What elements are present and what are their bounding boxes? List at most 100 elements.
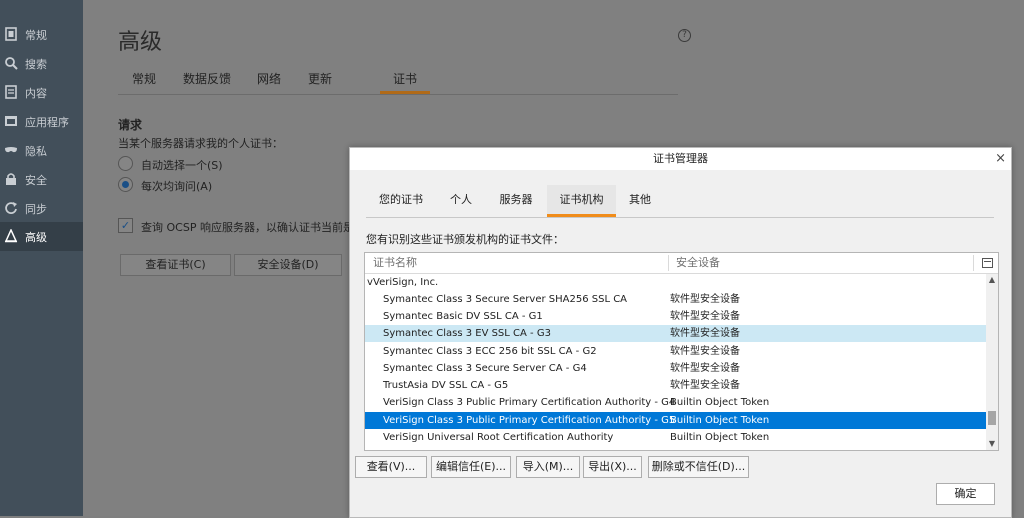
tree-header: 证书名称 安全设备 — [365, 253, 998, 274]
cert-device: 软件型安全设备 — [670, 363, 740, 374]
dialog-title: 证书管理器 × — [350, 148, 1011, 170]
general-icon — [5, 27, 17, 41]
table-row[interactable]: VeriSign Class 3 Public Primary Certific… — [365, 394, 986, 411]
cert-name: Symantec Basic DV SSL CA - G1 — [383, 311, 543, 322]
column-separator[interactable] — [973, 255, 974, 271]
view-button[interactable]: 查看(V)... — [355, 456, 427, 478]
sidebar-item-sync[interactable]: 同步 — [0, 194, 83, 223]
cert-device: 软件型安全设备 — [670, 346, 740, 357]
scrollbar-thumb[interactable] — [988, 411, 996, 425]
radio-ask-every-time[interactable] — [118, 177, 133, 192]
cert-device: Builtin Object Token — [670, 415, 770, 426]
import-button[interactable]: 导入(M)... — [516, 456, 580, 478]
sidebar-item-content[interactable]: 内容 — [0, 78, 83, 107]
sidebar-item-security[interactable]: 安全 — [0, 165, 83, 194]
certificate-tree[interactable]: 证书名称 安全设备 v VeriSign, Inc. Symantec Clas… — [364, 252, 999, 451]
edit-trust-button[interactable]: 编辑信任(E)... — [431, 456, 511, 478]
tab-authorities[interactable]: 证书机构 — [547, 185, 616, 217]
cert-name: VeriSign Class 3 Public Primary Certific… — [383, 397, 676, 408]
tab-your-certificates[interactable]: 您的证书 — [366, 185, 436, 217]
group-name: VeriSign, Inc. — [373, 277, 439, 288]
help-icon[interactable]: ? — [678, 29, 691, 42]
tab-network[interactable]: 网络 — [257, 70, 281, 87]
privacy-mask-icon — [5, 147, 17, 153]
tree-group-row[interactable]: v VeriSign, Inc. — [365, 274, 986, 291]
radio-auto-select-label: 自动选择一个(S) — [141, 159, 223, 172]
page-title: 高级 — [118, 30, 163, 55]
column-header-name[interactable]: 证书名称 — [373, 253, 417, 273]
table-row[interactable]: Symantec Class 3 Secure Server SHA256 SS… — [365, 291, 986, 308]
certificate-tabs: 您的证书 个人 服务器 证书机构 其他 — [366, 185, 994, 218]
tab-data-feedback[interactable]: 数据反馈 — [183, 70, 231, 87]
cert-device: Builtin Object Token — [670, 432, 770, 443]
column-separator[interactable] — [668, 255, 669, 271]
cert-name: Symantec Class 3 ECC 256 bit SSL CA - G2 — [383, 346, 597, 357]
close-icon[interactable]: × — [995, 151, 1006, 166]
tab-people[interactable]: 个人 — [438, 185, 484, 217]
table-row-hovered[interactable]: Symantec Class 3 EV SSL CA - G3 软件型安全设备 — [365, 325, 986, 342]
ocsp-checkbox[interactable]: ✓ — [118, 218, 133, 233]
authorities-description: 您有识别这些证书颁发机构的证书文件： — [366, 233, 564, 246]
certificate-manager-dialog: 证书管理器 × 您的证书 个人 服务器 证书机构 其他 您有识别这些证书颁发机构… — [349, 147, 1012, 518]
tab-servers[interactable]: 服务器 — [486, 185, 546, 217]
preferences-sidebar: 常规 搜索 内容 应用程序 隐私 安全 同步 高级 — [0, 0, 83, 516]
sidebar-item-general[interactable]: 常规 — [0, 20, 83, 49]
sidebar-item-advanced[interactable]: 高级 — [0, 222, 83, 251]
sidebar-item-label: 高级 — [25, 231, 47, 244]
view-certificates-button[interactable]: 查看证书(C) — [120, 254, 231, 276]
table-row[interactable]: Symantec Class 3 Secure Server CA - G4 软… — [365, 360, 986, 377]
advanced-tabs: 常规 数据反馈 网络 更新 证书 — [118, 64, 678, 95]
cert-device: 软件型安全设备 — [670, 294, 740, 305]
cert-name: Symantec Class 3 EV SSL CA - G3 — [383, 328, 551, 339]
cert-name: Symantec Class 3 Secure Server CA - G4 — [383, 363, 587, 374]
tab-general[interactable]: 常规 — [132, 70, 156, 87]
tab-update[interactable]: 更新 — [308, 70, 332, 87]
sidebar-item-label: 隐私 — [25, 145, 47, 158]
section-title-requests: 请求 — [118, 118, 143, 132]
table-row[interactable]: Symantec Basic DV SSL CA - G1 软件型安全设备 — [365, 308, 986, 325]
table-row[interactable]: VeriSign Universal Root Certification Au… — [365, 429, 986, 446]
sidebar-item-label: 应用程序 — [25, 116, 69, 129]
cert-device: 软件型安全设备 — [670, 311, 740, 322]
sidebar-item-applications[interactable]: 应用程序 — [0, 107, 83, 136]
cert-name: VeriSign Universal Root Certification Au… — [383, 432, 614, 443]
sidebar-item-label: 内容 — [25, 87, 47, 100]
export-button[interactable]: 导出(X)... — [583, 456, 642, 478]
scroll-down-icon[interactable]: ▼ — [986, 438, 998, 450]
advanced-wizard-hat-icon — [4, 229, 18, 243]
ok-button[interactable]: 确定 — [936, 483, 995, 505]
search-icon — [5, 57, 18, 70]
section-subtitle: 当某个服务器请求我的个人证书： — [118, 137, 283, 150]
sync-icon — [5, 202, 17, 214]
tab-certificates[interactable]: 证书 — [393, 70, 417, 87]
table-row-selected[interactable]: VeriSign Class 3 Public Primary Certific… — [365, 412, 986, 429]
cert-device: 软件型安全设备 — [670, 380, 740, 391]
cert-name: VeriSign Class 3 Public Primary Certific… — [383, 415, 676, 426]
dialog-title-text: 证书管理器 — [653, 152, 708, 165]
selected-tab-indicator — [380, 91, 430, 94]
content-icon — [5, 85, 17, 99]
sidebar-item-label: 同步 — [25, 203, 47, 216]
applications-icon — [5, 116, 17, 126]
tab-others[interactable]: 其他 — [618, 185, 662, 217]
delete-or-distrust-button[interactable]: 删除或不信任(D)... — [648, 456, 749, 478]
cert-name: TrustAsia DV SSL CA - G5 — [383, 380, 509, 391]
sidebar-item-label: 搜索 — [25, 58, 47, 71]
table-row[interactable]: Symantec Class 3 ECC 256 bit SSL CA - G2… — [365, 343, 986, 360]
ocsp-checkbox-label: 查询 OCSP 响应服务器，以确认证书当前是 — [141, 221, 351, 234]
tree-scrollbar[interactable]: ▲ ▼ — [986, 274, 998, 450]
cert-name: Symantec Class 3 Secure Server SHA256 SS… — [383, 294, 628, 305]
sidebar-item-label: 安全 — [25, 174, 47, 187]
radio-ask-every-time-label: 每次均询问(A) — [141, 180, 213, 193]
cert-device: Builtin Object Token — [670, 397, 770, 408]
scroll-up-icon[interactable]: ▲ — [986, 274, 998, 286]
radio-auto-select[interactable] — [118, 156, 133, 171]
column-header-device[interactable]: 安全设备 — [676, 253, 720, 273]
column-picker-icon[interactable] — [982, 258, 993, 268]
sidebar-item-privacy[interactable]: 隐私 — [0, 136, 83, 165]
sidebar-item-label: 常规 — [25, 29, 47, 42]
security-devices-button[interactable]: 安全设备(D) — [234, 254, 342, 276]
sidebar-item-search[interactable]: 搜索 — [0, 49, 83, 78]
security-lock-icon — [6, 173, 16, 185]
table-row[interactable]: TrustAsia DV SSL CA - G5 软件型安全设备 — [365, 377, 986, 394]
